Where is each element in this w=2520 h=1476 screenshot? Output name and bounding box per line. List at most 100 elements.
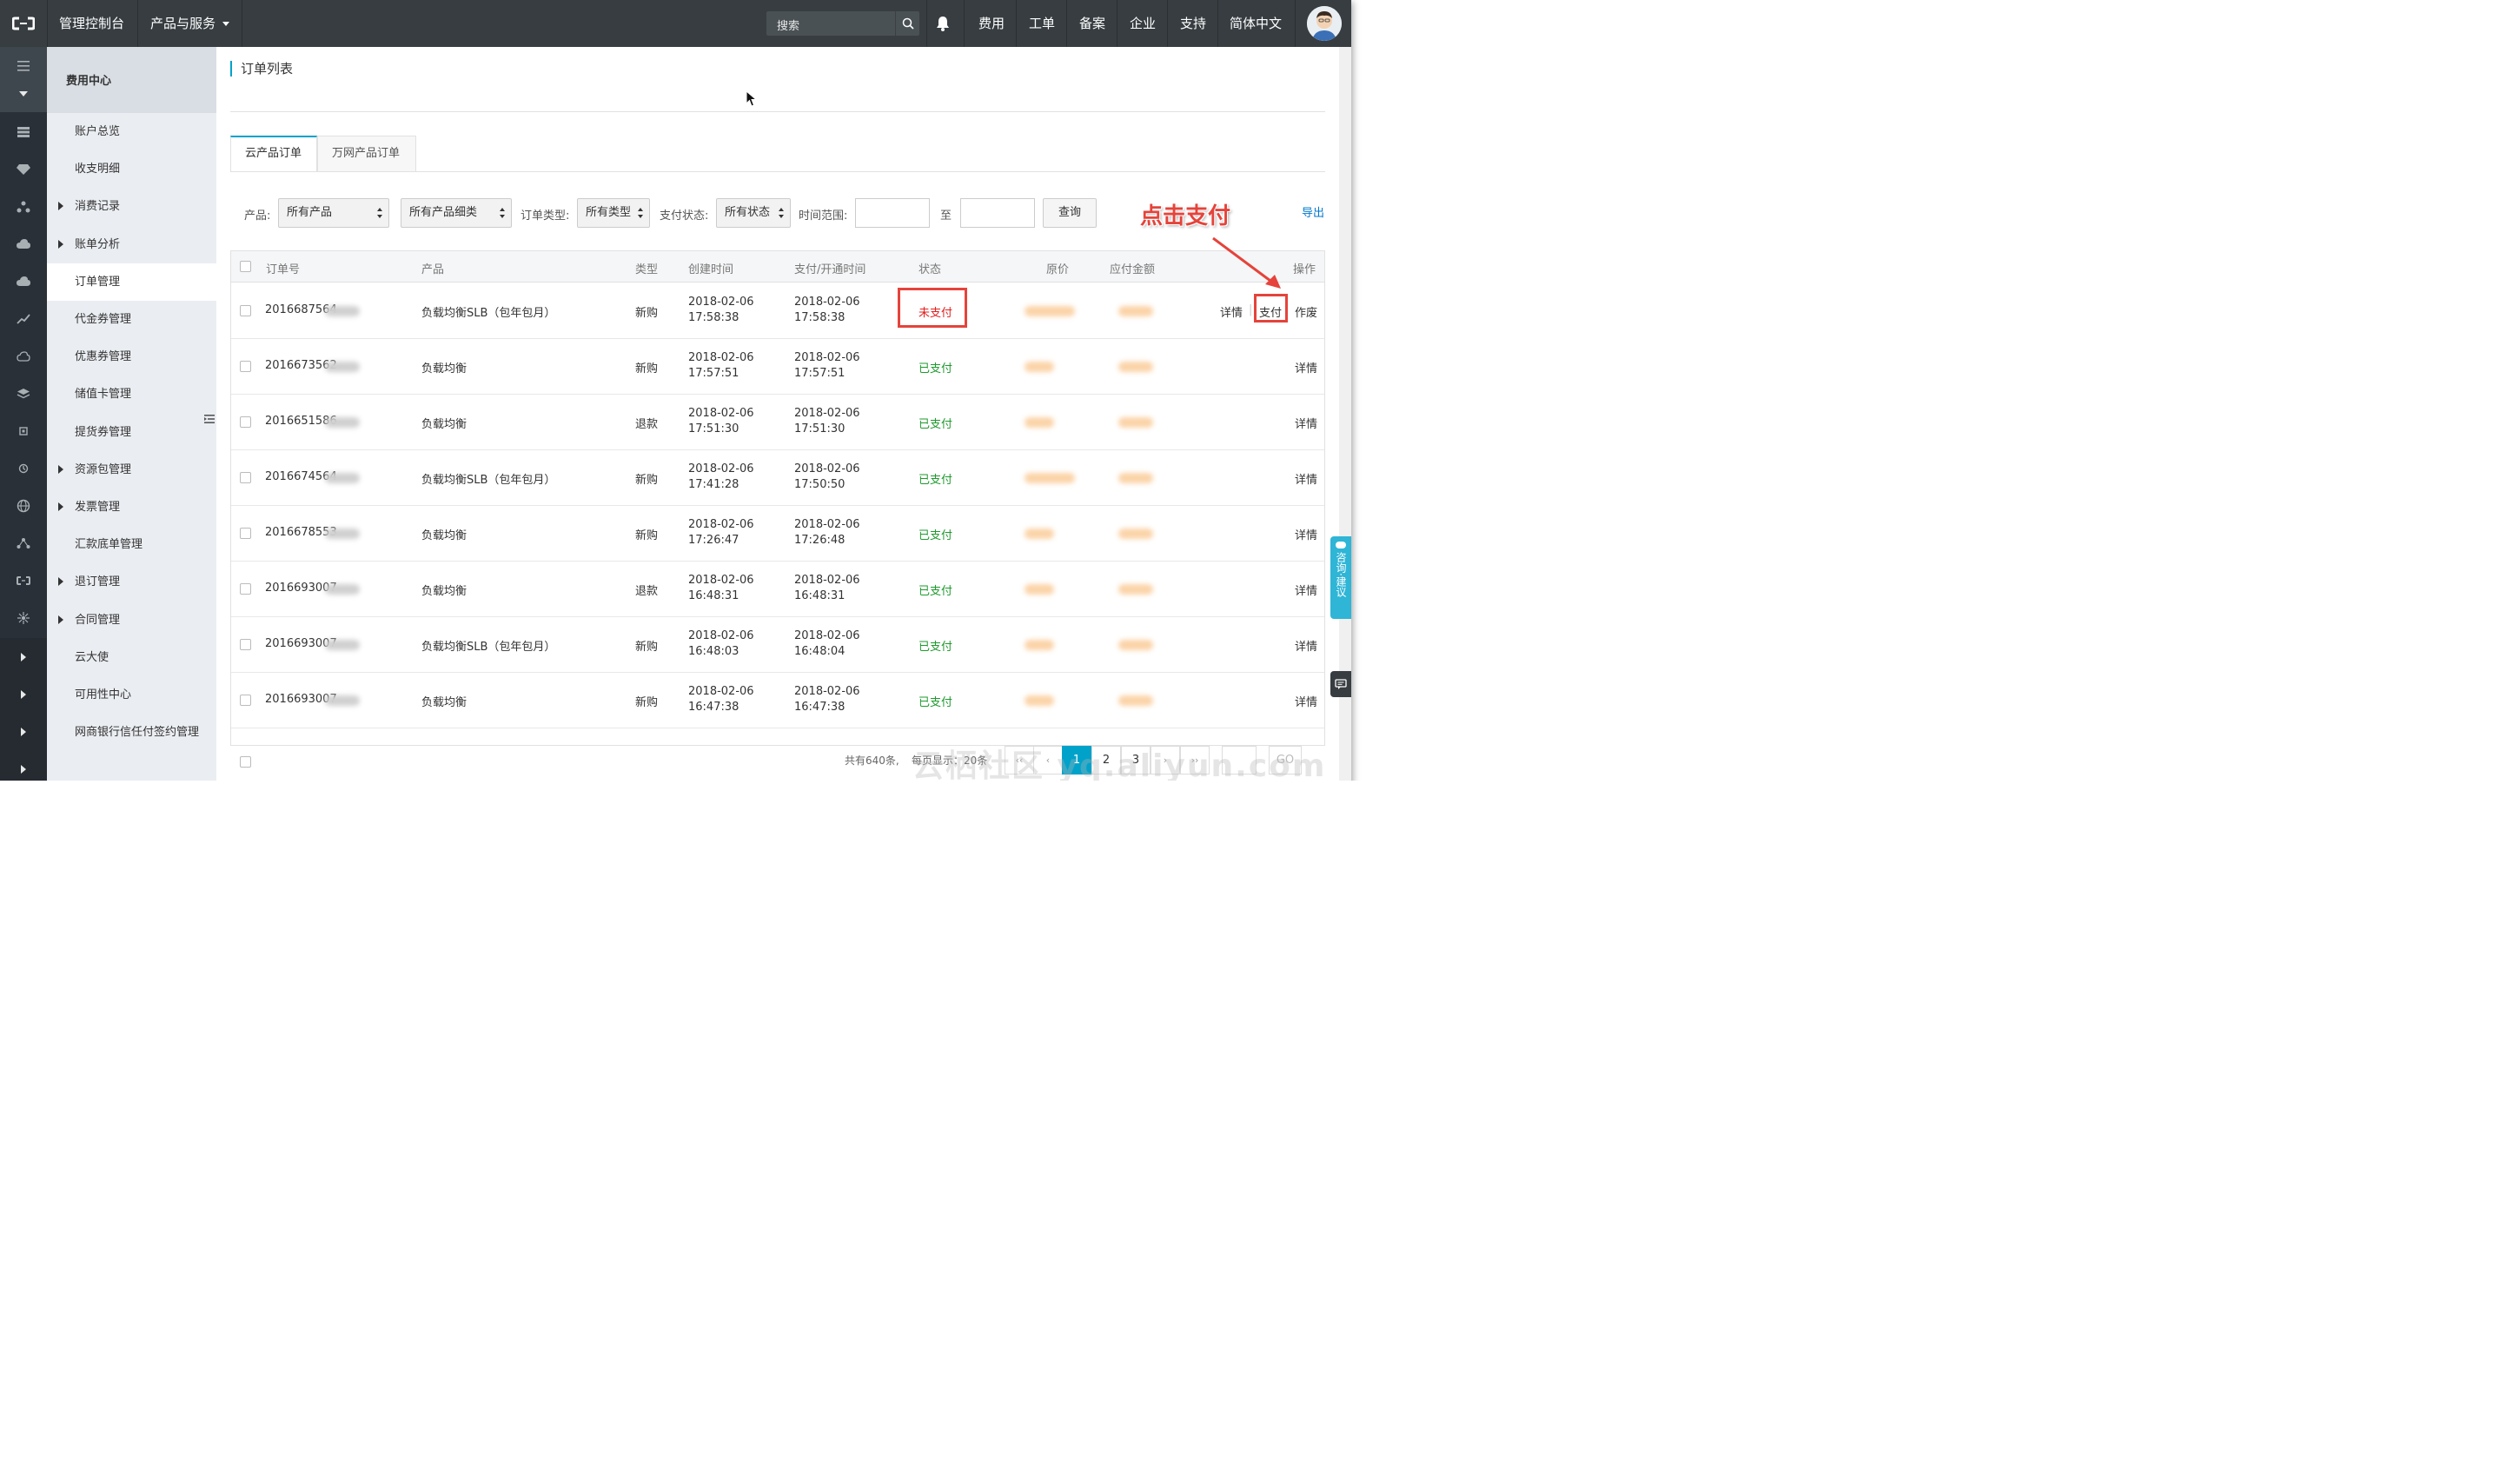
- subproduct-select[interactable]: 所有产品细类: [401, 198, 512, 228]
- row-checkbox[interactable]: [240, 416, 251, 428]
- sidebar-item[interactable]: 账户总览: [47, 113, 216, 150]
- row-checkbox[interactable]: [240, 583, 251, 595]
- globe-icon[interactable]: [0, 487, 47, 524]
- chevron-right-icon[interactable]: [0, 713, 47, 750]
- network-icon[interactable]: [0, 188, 47, 225]
- products-menu[interactable]: 产品与服务: [138, 0, 242, 47]
- created-time: 2018-02-06 17:57:51: [688, 350, 754, 382]
- row-checkbox[interactable]: [240, 528, 251, 539]
- console-link[interactable]: 管理控制台: [47, 0, 136, 47]
- search-input[interactable]: 搜索: [777, 17, 799, 33]
- select-all-checkbox[interactable]: [240, 261, 251, 272]
- chevron-right-icon[interactable]: [0, 638, 47, 675]
- sidebar-item[interactable]: 合同管理: [47, 602, 216, 639]
- sidebar-item[interactable]: 优惠券管理: [47, 338, 216, 376]
- cancel-link[interactable]: 作废: [1295, 303, 1317, 320]
- tab-wanwang-orders[interactable]: 万网产品订单: [317, 136, 416, 172]
- sidebar-item[interactable]: 消费记录: [47, 188, 216, 225]
- nav-icp[interactable]: 备案: [1067, 0, 1117, 47]
- sidebar-item[interactable]: 储值卡管理: [47, 376, 216, 413]
- hub-icon[interactable]: [0, 599, 47, 636]
- cloud-sync-icon[interactable]: [0, 449, 47, 487]
- detail-link[interactable]: 详情: [1295, 359, 1317, 376]
- server-icon[interactable]: [0, 113, 47, 150]
- row-checkbox[interactable]: [240, 305, 251, 316]
- bell-icon[interactable]: [933, 14, 952, 33]
- chip-icon[interactable]: [0, 412, 47, 449]
- row-checkbox[interactable]: [240, 695, 251, 706]
- sidebar-item[interactable]: 订单管理: [47, 263, 216, 301]
- order-type-select[interactable]: 所有类型: [577, 198, 650, 228]
- sidebar-item[interactable]: 汇款底单管理: [47, 526, 216, 563]
- user-avatar[interactable]: [1307, 6, 1342, 41]
- cloud-icon[interactable]: [0, 263, 47, 300]
- detail-link[interactable]: 详情: [1295, 526, 1317, 542]
- caret-right-icon: [58, 615, 63, 624]
- sidebar-item[interactable]: 代金券管理: [47, 301, 216, 338]
- product-name: 负载均衡SLB（包年包月）: [421, 474, 556, 487]
- select-caret-icon: [500, 208, 505, 218]
- aliyun-small-icon[interactable]: [0, 562, 47, 599]
- chevron-right-icon[interactable]: [0, 675, 47, 713]
- detail-link[interactable]: 详情: [1220, 303, 1243, 320]
- table-row: 201668756​4 负载均衡SLB（包年包月） 新购 2018-02-06 17:5…: [231, 283, 1324, 339]
- nav-tickets[interactable]: 工单: [1017, 0, 1067, 47]
- gem-icon[interactable]: [0, 150, 47, 188]
- footer-select-all-checkbox[interactable]: [240, 756, 251, 768]
- detail-link[interactable]: 详情: [1295, 637, 1317, 654]
- caret-down-icon[interactable]: [0, 76, 47, 112]
- feedback-tab[interactable]: 咨询·建议: [1330, 536, 1351, 619]
- end-date-input[interactable]: [960, 198, 1035, 228]
- watermark: 云栖社区 yq.aliyun.com: [912, 748, 1327, 784]
- cloud-outline-icon[interactable]: [0, 337, 47, 375]
- pay-status-select[interactable]: 所有状态: [716, 198, 791, 228]
- order-type: 退款: [635, 418, 659, 431]
- detail-link[interactable]: 详情: [1295, 470, 1317, 487]
- product-select[interactable]: 所有产品: [278, 198, 389, 228]
- sidebar-item[interactable]: 云大使: [47, 639, 216, 676]
- orders-table: 订单号 产品 类型 创建时间 支付/开通时间 状态 原价 应付金额 操作 201…: [230, 250, 1325, 746]
- nav-enterprise[interactable]: 企业: [1117, 0, 1168, 47]
- detail-link[interactable]: 详情: [1295, 582, 1317, 598]
- detail-link[interactable]: 详情: [1295, 415, 1317, 431]
- sidebar-item[interactable]: 资源包管理: [47, 451, 216, 489]
- created-time: 2018-02-06 16:47:38: [688, 684, 754, 715]
- row-checkbox[interactable]: [240, 361, 251, 372]
- cloud-upload-icon[interactable]: [0, 225, 47, 263]
- sidebar-collapse-handle[interactable]: [202, 397, 216, 441]
- query-button[interactable]: 查询: [1043, 198, 1097, 228]
- aliyun-logo-icon[interactable]: [0, 0, 47, 47]
- tab-cloud-orders[interactable]: 云产品订单: [230, 136, 317, 172]
- share-nodes-icon[interactable]: [0, 524, 47, 562]
- product-name: 负载均衡SLB（包年包月）: [421, 307, 556, 320]
- sidebar-item[interactable]: 退订管理: [47, 563, 216, 601]
- export-link[interactable]: 导出: [1302, 203, 1324, 220]
- sidebar-item[interactable]: 提货券管理: [47, 414, 216, 451]
- sidebar-item[interactable]: 网商银行信任付签约管理: [47, 714, 216, 751]
- divider: [230, 111, 1325, 112]
- row-checkbox[interactable]: [240, 472, 251, 483]
- row-checkbox[interactable]: [240, 639, 251, 650]
- total-count: 共有640条,: [845, 755, 899, 767]
- chart-line-icon[interactable]: [0, 300, 47, 337]
- nav-fees[interactable]: 费用: [966, 0, 1017, 47]
- sidebar-item-label: 储值卡管理: [75, 388, 132, 402]
- paid-clock: 17:50:50: [794, 478, 846, 491]
- search-icon[interactable]: [895, 11, 919, 36]
- table-row: 2016693007 负载均衡 新购 2018-02-06 16:47:38 2018-0…: [231, 673, 1324, 728]
- billing-sidebar: 费用中心 账户总览 收支明细 消费记录 账单分析 订单管理 代金券管理 优惠券管理储值卡管理…: [47, 47, 216, 787]
- col-actions: 操作: [1293, 263, 1316, 276]
- redacted-original-price: [1025, 529, 1054, 539]
- nav-support[interactable]: 支持: [1168, 0, 1218, 47]
- detail-link[interactable]: 详情: [1295, 693, 1317, 709]
- sidebar-item[interactable]: 收支明细: [47, 150, 216, 188]
- nav-language[interactable]: 简体中文: [1217, 0, 1294, 47]
- chat-icon[interactable]: [1330, 671, 1351, 697]
- sidebar-item[interactable]: 可用性中心: [47, 676, 216, 714]
- search-box[interactable]: 搜索: [766, 11, 919, 36]
- sidebar-item[interactable]: 账单分析: [47, 226, 216, 263]
- start-date-input[interactable]: [855, 198, 930, 228]
- sidebar-item[interactable]: 发票管理: [47, 489, 216, 526]
- sidebar-title: 费用中心: [66, 75, 112, 88]
- layers-icon[interactable]: [0, 375, 47, 412]
